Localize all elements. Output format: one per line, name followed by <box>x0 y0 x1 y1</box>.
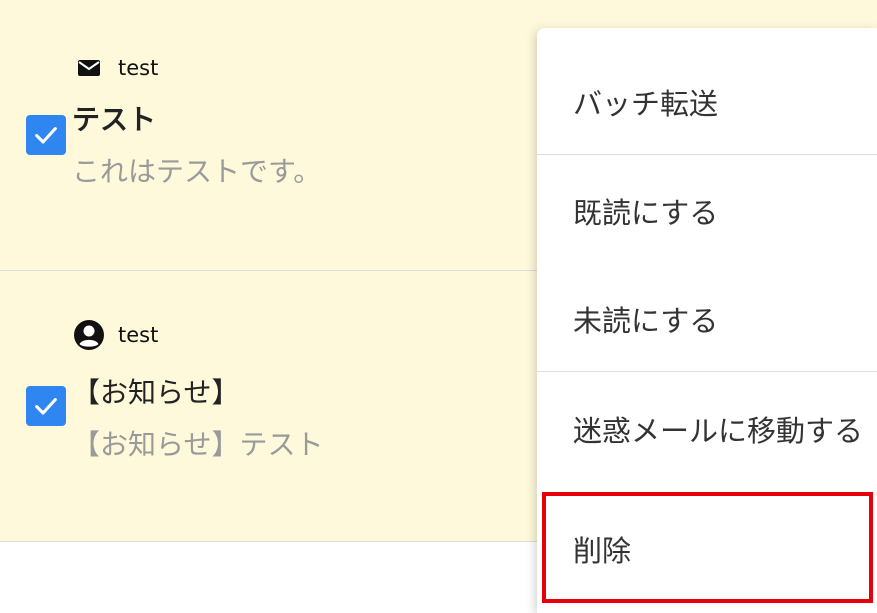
menu-item-move-to-spam[interactable]: 迷惑メールに移動する <box>537 376 877 482</box>
context-menu: バッチ転送 既読にする 未読にする 迷惑メールに移動する 削除 <box>537 28 877 613</box>
menu-item-batch-forward[interactable]: バッチ転送 <box>537 48 877 156</box>
mail-icon <box>72 52 106 84</box>
menu-item-delete[interactable]: 削除 <box>537 494 877 604</box>
message-preview: これはテストです。 <box>72 155 322 188</box>
message-subject: 【お知らせ】 <box>72 376 240 409</box>
message-subject: テスト <box>72 103 157 136</box>
menu-divider <box>537 154 877 155</box>
sender-row: test <box>72 52 158 84</box>
account-circle-icon <box>72 319 106 351</box>
sender-row: test <box>72 319 158 351</box>
select-checkbox[interactable] <box>26 115 66 155</box>
menu-item-mark-read[interactable]: 既読にする <box>537 158 877 264</box>
check-icon <box>35 127 57 144</box>
mail-list-screen: test テスト これはテストです。 test 【お知らせ】 【お知らせ】テスト… <box>0 0 877 613</box>
menu-divider <box>537 371 877 372</box>
menu-item-mark-unread[interactable]: 未読にする <box>537 266 877 372</box>
sender-name: test <box>118 56 159 80</box>
select-checkbox[interactable] <box>26 386 66 426</box>
check-icon <box>35 398 57 415</box>
message-preview: 【お知らせ】テスト <box>72 428 324 461</box>
sender-name: test <box>118 323 159 347</box>
